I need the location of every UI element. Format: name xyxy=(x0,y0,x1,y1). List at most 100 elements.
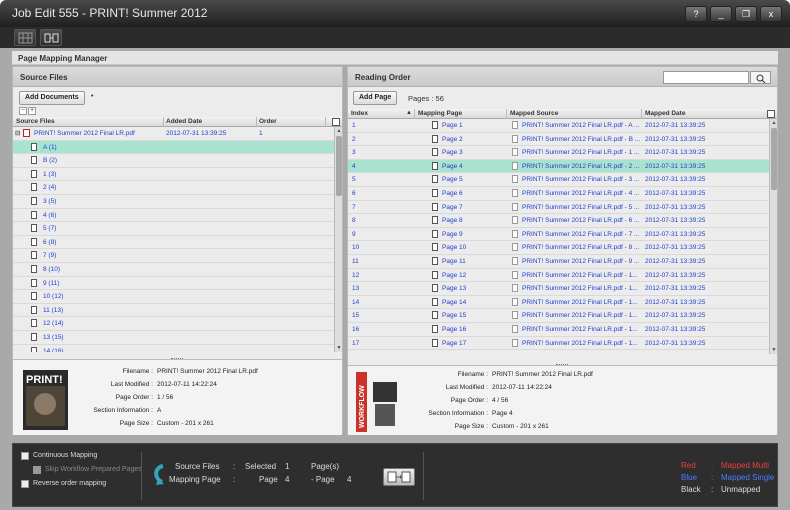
status-page-to-label: - Page xyxy=(311,475,335,484)
source-page-row[interactable]: 4 (6) xyxy=(13,209,342,223)
add-documents-dropdown-icon[interactable]: • xyxy=(91,93,93,100)
reading-order-row[interactable]: 9 Page 9 PRINT! Summer 2012 Final LR.pdf -… xyxy=(348,228,777,242)
scroll-up-icon[interactable]: ▲ xyxy=(335,127,342,135)
reading-order-row[interactable]: 13 Page 13 PRINT! Summer 2012 Final LR.pdf… xyxy=(348,282,777,296)
row-index: 16 xyxy=(352,325,360,333)
row-mapped-source: PRINT! Summer 2012 Final LR.pdf - 8 ... xyxy=(522,244,640,252)
reading-order-row[interactable]: 5 Page 5 PRINT! Summer 2012 Final LR.pdf -… xyxy=(348,173,777,187)
reading-order-row[interactable]: 4 Page 4 PRINT! Summer 2012 Final LR.pdf -… xyxy=(348,159,777,174)
continuous-mapping-checkbox[interactable] xyxy=(21,452,29,460)
col-mapped-source[interactable]: Mapped Source xyxy=(510,110,558,117)
source-page-row[interactable]: 10 (12) xyxy=(13,290,342,304)
page-mapping-button[interactable] xyxy=(40,29,62,46)
source-page-row[interactable]: 8 (10) xyxy=(13,263,342,277)
details-splitter[interactable] xyxy=(171,358,183,360)
reading-order-row[interactable]: 3 Page 3 PRINT! Summer 2012 Final LR.pdf -… xyxy=(348,146,777,160)
source-page-row[interactable]: 14 (16) xyxy=(13,345,342,352)
source-page-row[interactable]: 2 (4) xyxy=(13,181,342,195)
row-mapped-date: 2012-07-31 13:39:25 xyxy=(645,339,706,347)
detail-value: Custom - 201 x 261 xyxy=(157,420,214,427)
scrollbar-thumb[interactable] xyxy=(771,128,777,190)
close-button[interactable]: x xyxy=(760,6,782,22)
row-mapped-date: 2012-07-31 13:39:25 xyxy=(645,230,706,238)
row-mapped-source: PRINT! Summer 2012 Final LR.pdf - 1... xyxy=(522,325,638,333)
col-mapped-date[interactable]: Mapped Date xyxy=(645,110,685,117)
reverse-order-checkbox[interactable] xyxy=(21,480,29,488)
sort-asc-icon: ▲ xyxy=(406,110,412,116)
grid-view-button[interactable] xyxy=(14,29,36,46)
column-chooser-icon[interactable] xyxy=(332,118,340,126)
page-icon xyxy=(432,324,438,333)
reading-order-row[interactable]: 1 Page 1 PRINT! Summer 2012 Final LR.pdf -… xyxy=(348,119,777,133)
reading-order-table-header: Index ▲ Mapping Page Mapped Source Mappe… xyxy=(348,109,777,119)
source-page-row[interactable]: A (1) xyxy=(13,140,342,155)
source-page-row[interactable]: 7 (9) xyxy=(13,249,342,263)
reading-order-row[interactable]: 16 Page 16 PRINT! Summer 2012 Final LR.pdf… xyxy=(348,323,777,337)
reading-order-row[interactable]: 15 Page 15 PRINT! Summer 2012 Final LR.pdf… xyxy=(348,309,777,323)
col-order[interactable]: Order xyxy=(259,118,277,125)
reading-order-row[interactable]: 2 Page 2 PRINT! Summer 2012 Final LR.pdf -… xyxy=(348,133,777,147)
document-icon xyxy=(512,243,518,252)
maximize-button[interactable]: ❐ xyxy=(735,6,757,22)
reading-order-row[interactable]: 7 Page 7 PRINT! Summer 2012 Final LR.pdf -… xyxy=(348,201,777,215)
reading-order-row[interactable]: 8 Page 8 PRINT! Summer 2012 Final LR.pdf -… xyxy=(348,214,777,228)
help-button[interactable]: ? xyxy=(685,6,707,22)
add-page-button[interactable]: Add Page xyxy=(353,91,398,105)
source-page-row[interactable]: B (2) xyxy=(13,154,342,168)
reading-order-row[interactable]: 6 Page 6 PRINT! Summer 2012 Final LR.pdf -… xyxy=(348,187,777,201)
col-index[interactable]: Index xyxy=(351,110,368,117)
source-file-row[interactable]: ⊟ PRINT! Summer 2012 Final LR.pdf 2012-0… xyxy=(13,127,342,141)
scroll-down-icon[interactable]: ▼ xyxy=(770,346,777,354)
status-pages-label: Page(s) xyxy=(311,462,340,471)
reading-scrollbar[interactable]: ▲ ▼ xyxy=(769,119,777,354)
scrollbar-thumb[interactable] xyxy=(336,136,342,196)
source-files-list: ⊟ PRINT! Summer 2012 Final LR.pdf 2012-0… xyxy=(13,127,342,352)
source-page-row[interactable]: 12 (14) xyxy=(13,317,342,331)
minimize-button[interactable]: _ xyxy=(710,6,732,22)
source-page-row[interactable]: 13 (15) xyxy=(13,331,342,345)
document-icon xyxy=(512,284,518,293)
row-mapping-page: Page 17 xyxy=(442,339,467,347)
row-index: 4 xyxy=(352,162,356,170)
collapse-all-button[interactable]: − xyxy=(19,107,27,115)
reading-order-row[interactable]: 12 Page 12 PRINT! Summer 2012 Final LR.pdf… xyxy=(348,269,777,283)
reading-order-row[interactable]: 10 Page 10 PRINT! Summer 2012 Final LR.pdf… xyxy=(348,241,777,255)
column-chooser-icon[interactable] xyxy=(767,110,775,118)
details-splitter[interactable] xyxy=(556,364,568,366)
scroll-down-icon[interactable]: ▼ xyxy=(335,344,342,352)
reading-order-row[interactable]: 11 Page 11 PRINT! Summer 2012 Final LR.pdf… xyxy=(348,255,777,269)
reading-order-row[interactable]: 17 Page 17 PRINT! Summer 2012 Final LR.pdf… xyxy=(348,337,777,351)
reading-order-panel: Reading Order Add Page Pages : 56 Index … xyxy=(347,66,778,435)
continuous-mapping-label: Continuous Mapping xyxy=(33,452,98,459)
svg-text:PRINT!: PRINT! xyxy=(26,374,63,386)
row-index: 8 xyxy=(352,217,356,225)
row-index: 2 xyxy=(352,135,356,143)
source-page-row[interactable]: 11 (13) xyxy=(13,304,342,318)
col-source-files[interactable]: Source Files xyxy=(16,118,55,125)
source-page-row[interactable]: 6 (8) xyxy=(13,236,342,250)
source-scrollbar[interactable]: ▲ ▼ xyxy=(334,127,342,352)
col-added-date[interactable]: Added Date xyxy=(166,118,202,125)
page-icon xyxy=(432,161,438,170)
pdf-icon xyxy=(23,129,30,137)
page-icon xyxy=(432,175,438,184)
source-page-label: 5 (7) xyxy=(43,225,57,233)
add-documents-button[interactable]: Add Documents xyxy=(19,91,85,105)
detail-label: Filename : xyxy=(122,368,153,375)
source-page-label: 8 (10) xyxy=(43,265,60,273)
expand-all-button[interactable]: + xyxy=(28,107,36,115)
source-page-row[interactable]: 9 (11) xyxy=(13,277,342,291)
source-page-row[interactable]: 1 (3) xyxy=(13,168,342,182)
scroll-up-icon[interactable]: ▲ xyxy=(770,119,777,127)
search-input[interactable] xyxy=(663,71,749,84)
page-icon xyxy=(432,284,438,293)
map-pages-button[interactable] xyxy=(383,468,415,486)
source-page-row[interactable]: 5 (7) xyxy=(13,222,342,236)
source-page-row[interactable]: 3 (5) xyxy=(13,195,342,209)
status-source-label: Source Files xyxy=(175,462,220,471)
reading-order-row[interactable]: 14 Page 14 PRINT! Summer 2012 Final LR.pdf… xyxy=(348,296,777,310)
detail-value: PRINT! Summer 2012 Final LR.pdf xyxy=(157,368,258,375)
col-mapping-page[interactable]: Mapping Page xyxy=(418,110,462,117)
search-button[interactable] xyxy=(750,71,771,84)
detail-value: 2012-07-11 14:22:24 xyxy=(492,384,552,391)
